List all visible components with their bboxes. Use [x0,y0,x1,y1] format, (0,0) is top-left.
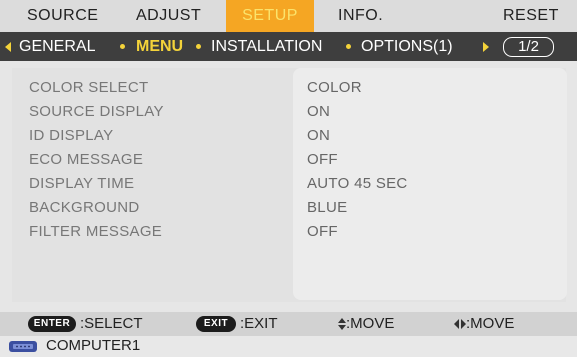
enter-key-icon: ENTER [28,316,76,332]
setting-label-eco-message[interactable]: ECO MESSAGE [29,150,143,170]
key-guide-bar: ENTER :SELECT EXIT :EXIT :MOVE :MOVE [0,312,577,336]
left-right-arrow-icon [454,319,466,329]
sub-tab-bar: GENERAL MENU INSTALLATION OPTIONS(1) 1/2 [0,32,577,61]
subtab-general[interactable]: GENERAL [19,32,95,61]
setting-value-id-display[interactable]: ON [307,126,330,146]
up-down-move-hint: :MOVE [346,315,395,332]
setting-label-source-display[interactable]: SOURCE DISPLAY [29,102,164,122]
setting-value-color-select[interactable]: COLOR [307,78,362,98]
arrow-left-icon[interactable] [5,42,11,52]
current-input-source: COMPUTER1 [46,337,141,354]
subtab-installation[interactable]: INSTALLATION [211,32,322,61]
setting-value-filter-message[interactable]: OFF [307,222,338,242]
setting-value-background[interactable]: BLUE [307,198,347,218]
page-indicator: 1/2 [503,37,554,57]
up-down-arrow-icon [338,318,346,330]
enter-key-hint: :SELECT [80,315,143,332]
tab-source[interactable]: SOURCE [27,0,98,32]
separator-dot-icon [346,44,351,49]
arrow-right-icon[interactable] [483,42,489,52]
setting-label-color-select[interactable]: COLOR SELECT [29,78,148,98]
setting-value-eco-message[interactable]: OFF [307,150,338,170]
tab-setup[interactable]: SETUP [226,0,314,32]
tab-adjust[interactable]: ADJUST [136,0,201,32]
main-tab-bar: SOURCE ADJUST SETUP INFO. RESET [0,0,577,32]
separator-dot-icon [196,44,201,49]
exit-key-hint: :EXIT [240,315,278,332]
subtab-menu[interactable]: MENU [136,32,183,61]
setting-label-id-display[interactable]: ID DISPLAY [29,126,113,146]
projector-osd-menu: SOURCE ADJUST SETUP INFO. RESET GENERAL … [0,0,577,357]
computer-input-icon [9,341,37,352]
setting-value-display-time[interactable]: AUTO 45 SEC [307,174,408,194]
tab-info[interactable]: INFO. [338,0,383,32]
separator-dot-icon [120,44,125,49]
setting-label-display-time[interactable]: DISPLAY TIME [29,174,134,194]
left-right-move-hint: :MOVE [466,315,515,332]
setting-label-filter-message[interactable]: FILTER MESSAGE [29,222,162,242]
setting-label-background[interactable]: BACKGROUND [29,198,140,218]
subtab-options-1[interactable]: OPTIONS(1) [361,32,453,61]
tab-reset[interactable]: RESET [503,0,559,32]
setting-value-source-display[interactable]: ON [307,102,330,122]
input-status-bar: COMPUTER1 [0,336,577,357]
exit-key-icon: EXIT [196,316,236,332]
